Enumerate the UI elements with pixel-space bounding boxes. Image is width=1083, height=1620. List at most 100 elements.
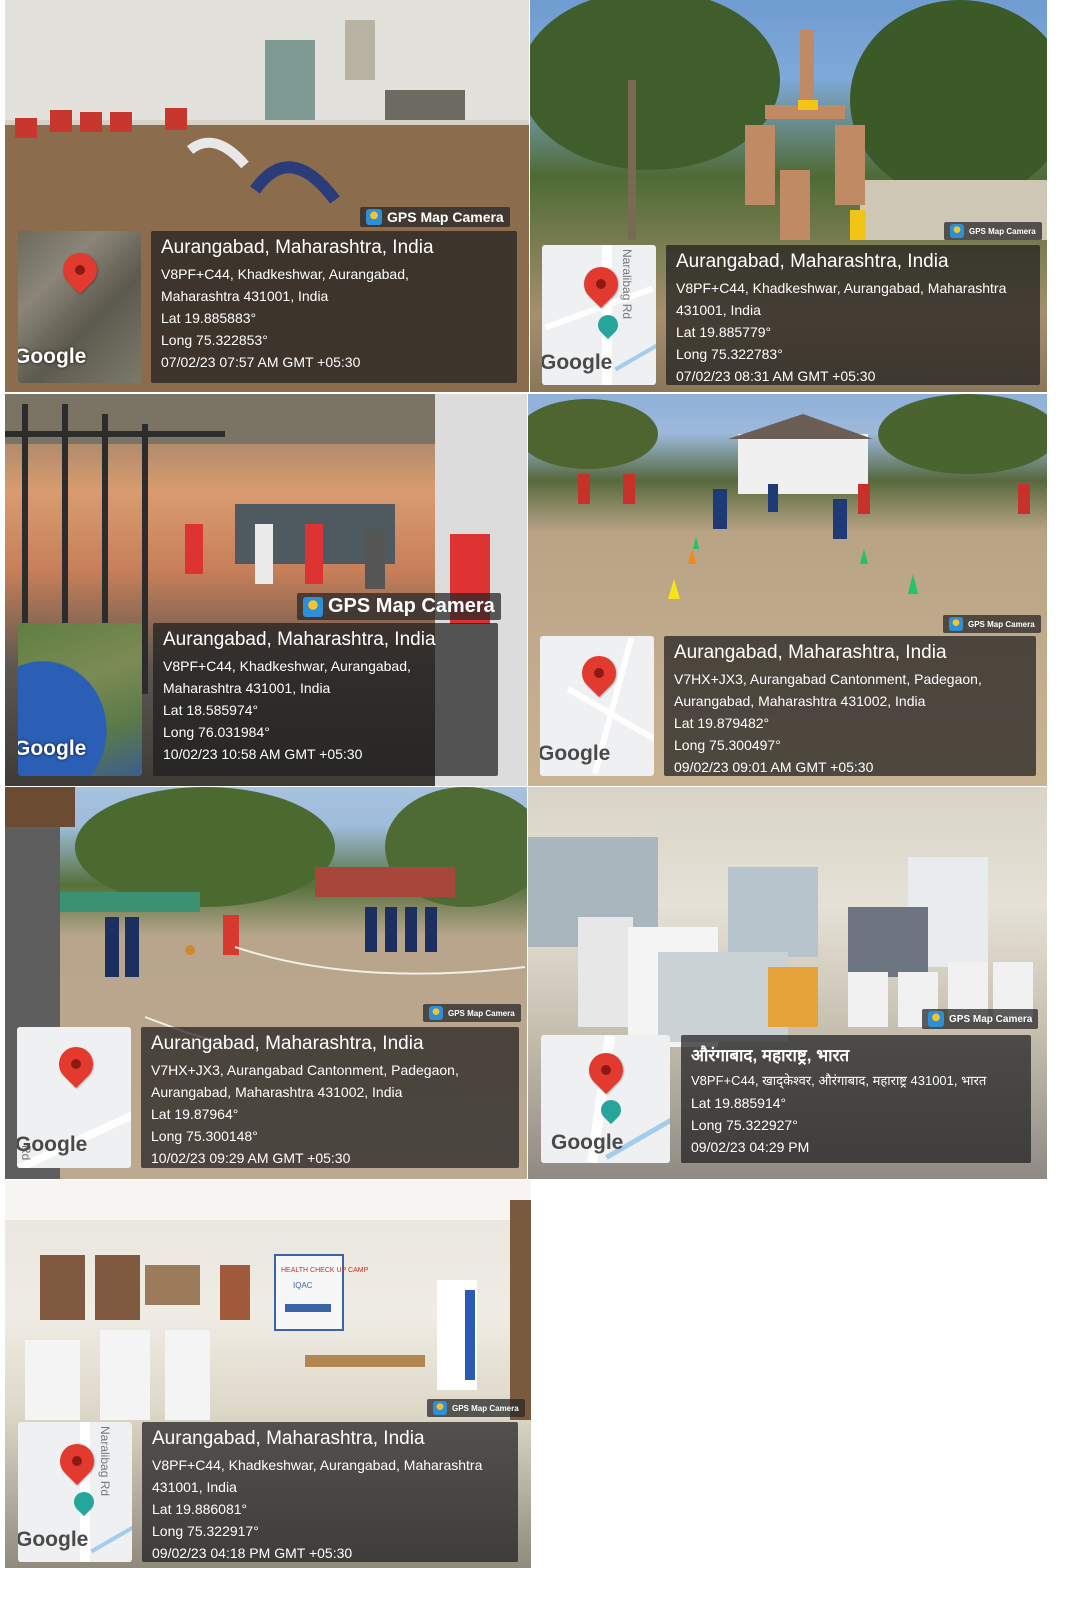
gps-camera-badge: GPS Map Camera [944,222,1042,240]
address-line-2: Maharashtra 431001, India [163,680,331,696]
badge-label: GPS Map Camera [968,619,1035,629]
badge-label: GPS Map Camera [448,1008,515,1018]
satellite-map-thumbnail: Google [18,231,141,383]
secondary-pin-icon [593,310,623,340]
location-info-box: Aurangabad, Maharashtra, India V7HX+JX3,… [664,636,1036,776]
address-line-1: V8PF+C44, Khadkeshwar, Aurangabad, [161,266,409,282]
gps-camera-icon [433,1401,447,1415]
location-pin-icon [581,1045,631,1095]
latitude: Lat 19.885779° [676,324,772,340]
address-line-2: Aurangabad, Maharashtra 431002, India [151,1084,403,1100]
photo-ball-game: GPS Map Camera Rd Google Aurangabad, Mah… [5,787,527,1179]
photo-classroom-lecture: GPS Map Camera Google औरंगाबाद, महाराष्ट… [528,787,1047,1179]
longitude: Long 75.300497° [674,737,781,753]
location-pin-icon [51,1039,101,1089]
street-map-thumbnail: Rd Google [17,1027,131,1168]
google-logo: Google [542,351,613,374]
timestamp: 10/02/23 09:29 AM GMT +05:30 [151,1150,351,1166]
address-line-1: V7HX+JX3, Aurangabad Cantonment, Padegao… [674,671,982,687]
location-pin-icon [55,245,105,295]
timestamp: 07/02/23 07:57 AM GMT +05:30 [161,354,361,370]
google-logo: Google [540,742,611,765]
photo-health-camp: HEALTH CHECK UP CAMP IQAC GPS Map Camera… [5,1180,531,1568]
photo-indoor-gym: GPS Map Camera Google Aurangabad, Mahara… [5,394,527,786]
gps-camera-badge: GPS Map Camera [297,593,501,620]
badge-label: GPS Map Camera [328,595,495,617]
location-title: औरंगाबाद, महाराष्ट्र, भारत [691,1046,850,1065]
location-title: Aurangabad, Maharashtra, India [676,251,949,272]
latitude: Lat 19.885883° [161,310,257,326]
latitude: Lat 18.585974° [163,702,259,718]
gps-camera-icon [928,1011,944,1027]
gps-camera-badge: GPS Map Camera [360,207,510,227]
longitude: Long 76.031984° [163,724,270,740]
badge-label: GPS Map Camera [452,1403,519,1413]
timestamp: 09/02/23 04:29 PM [691,1139,810,1155]
google-logo: Google [18,345,87,368]
location-title: Aurangabad, Maharashtra, India [152,1428,425,1449]
address-line-1: V7HX+JX3, Aurangabad Cantonment, Padegao… [151,1062,459,1078]
latitude: Lat 19.879482° [674,715,770,731]
latitude: Lat 19.886081° [152,1501,248,1517]
longitude: Long 75.322917° [152,1523,259,1539]
location-title: Aurangabad, Maharashtra, India [674,642,947,663]
map-water [614,342,656,372]
photo-human-pyramid: GPS Map Camera Naralibag Rd Google Auran… [530,0,1047,392]
timestamp: 07/02/23 08:31 AM GMT +05:30 [676,368,876,384]
address-line-1: V8PF+C44, खाद्केश्वर, औरंगाबाद, महाराष्ट… [691,1073,987,1088]
photo-hockey-drill: GPS Map Camera Google Aurangabad, Mahara… [528,394,1047,786]
badge-label: GPS Map Camera [387,209,504,225]
location-title: Aurangabad, Maharashtra, India [161,237,434,258]
timestamp: 09/02/23 04:18 PM GMT +05:30 [152,1545,353,1561]
location-info-box: Aurangabad, Maharashtra, India V8PF+C44,… [153,623,498,776]
timestamp: 09/02/23 09:01 AM GMT +05:30 [674,759,874,775]
poster-subtitle: IQAC [293,1281,313,1290]
gps-camera-badge: GPS Map Camera [427,1399,525,1417]
photo-gym-exercise: GPS Map Camera Google Aurangabad, Mahara… [5,0,529,392]
latitude: Lat 19.885914° [691,1095,787,1111]
badge-label: GPS Map Camera [949,1013,1033,1025]
street-map-thumbnail: Naralibag Rd Google [18,1422,132,1562]
address-line-1: V8PF+C44, Khadkeshwar, Aurangabad, [163,658,411,674]
address-line-2: 431001, India [152,1479,237,1495]
latitude: Lat 19.87964° [151,1106,239,1122]
longitude: Long 75.322927° [691,1117,798,1133]
google-logo: Google [18,1528,89,1551]
location-info-box: Aurangabad, Maharashtra, India V7HX+JX3,… [141,1027,519,1168]
longitude: Long 75.322783° [676,346,783,362]
gps-camera-icon [366,209,382,225]
satellite-map-thumbnail: Google [18,623,142,776]
timestamp: 10/02/23 10:58 AM GMT +05:30 [163,746,363,762]
street-map-thumbnail: Naralibag Rd Google [542,245,656,385]
google-logo: Google [18,737,87,760]
secondary-pin-icon [69,1487,99,1517]
gps-camera-badge: GPS Map Camera [943,615,1041,633]
location-pin-icon [52,1436,102,1486]
address-line-2: Maharashtra 431001, India [161,288,329,304]
road-label: Naralibag Rd [620,249,634,320]
location-info-box: Aurangabad, Maharashtra, India V8PF+C44,… [142,1422,518,1562]
road-label: Naralibag Rd [98,1426,112,1497]
google-logo: Google [17,1133,88,1156]
street-map-thumbnail: Google [540,636,654,776]
gps-camera-badge: GPS Map Camera [423,1004,521,1022]
location-title: Aurangabad, Maharashtra, India [163,629,436,650]
poster-title: HEALTH CHECK UP CAMP [281,1267,369,1274]
longitude: Long 75.300148° [151,1128,258,1144]
location-info-box: Aurangabad, Maharashtra, India V8PF+C44,… [151,231,517,383]
address-line-1: V8PF+C44, Khadkeshwar, Aurangabad, Mahar… [676,280,1007,296]
location-info-box: औरंगाबाद, महाराष्ट्र, भारत V8PF+C44, खाद… [681,1035,1031,1163]
location-title: Aurangabad, Maharashtra, India [151,1033,424,1054]
gps-camera-icon [429,1006,443,1020]
address-line-2: Aurangabad, Maharashtra 431002, India [674,693,926,709]
gps-camera-icon [950,224,964,238]
badge-label: GPS Map Camera [969,226,1036,236]
street-map-thumbnail: Google [541,1035,670,1163]
address-line-2: 431001, India [676,302,761,318]
longitude: Long 75.322853° [161,332,268,348]
gps-camera-icon [949,617,963,631]
gps-camera-icon [303,596,323,617]
address-line-1: V8PF+C44, Khadkeshwar, Aurangabad, Mahar… [152,1457,483,1473]
location-info-box: Aurangabad, Maharashtra, India V8PF+C44,… [666,245,1040,385]
google-logo: Google [551,1131,624,1154]
